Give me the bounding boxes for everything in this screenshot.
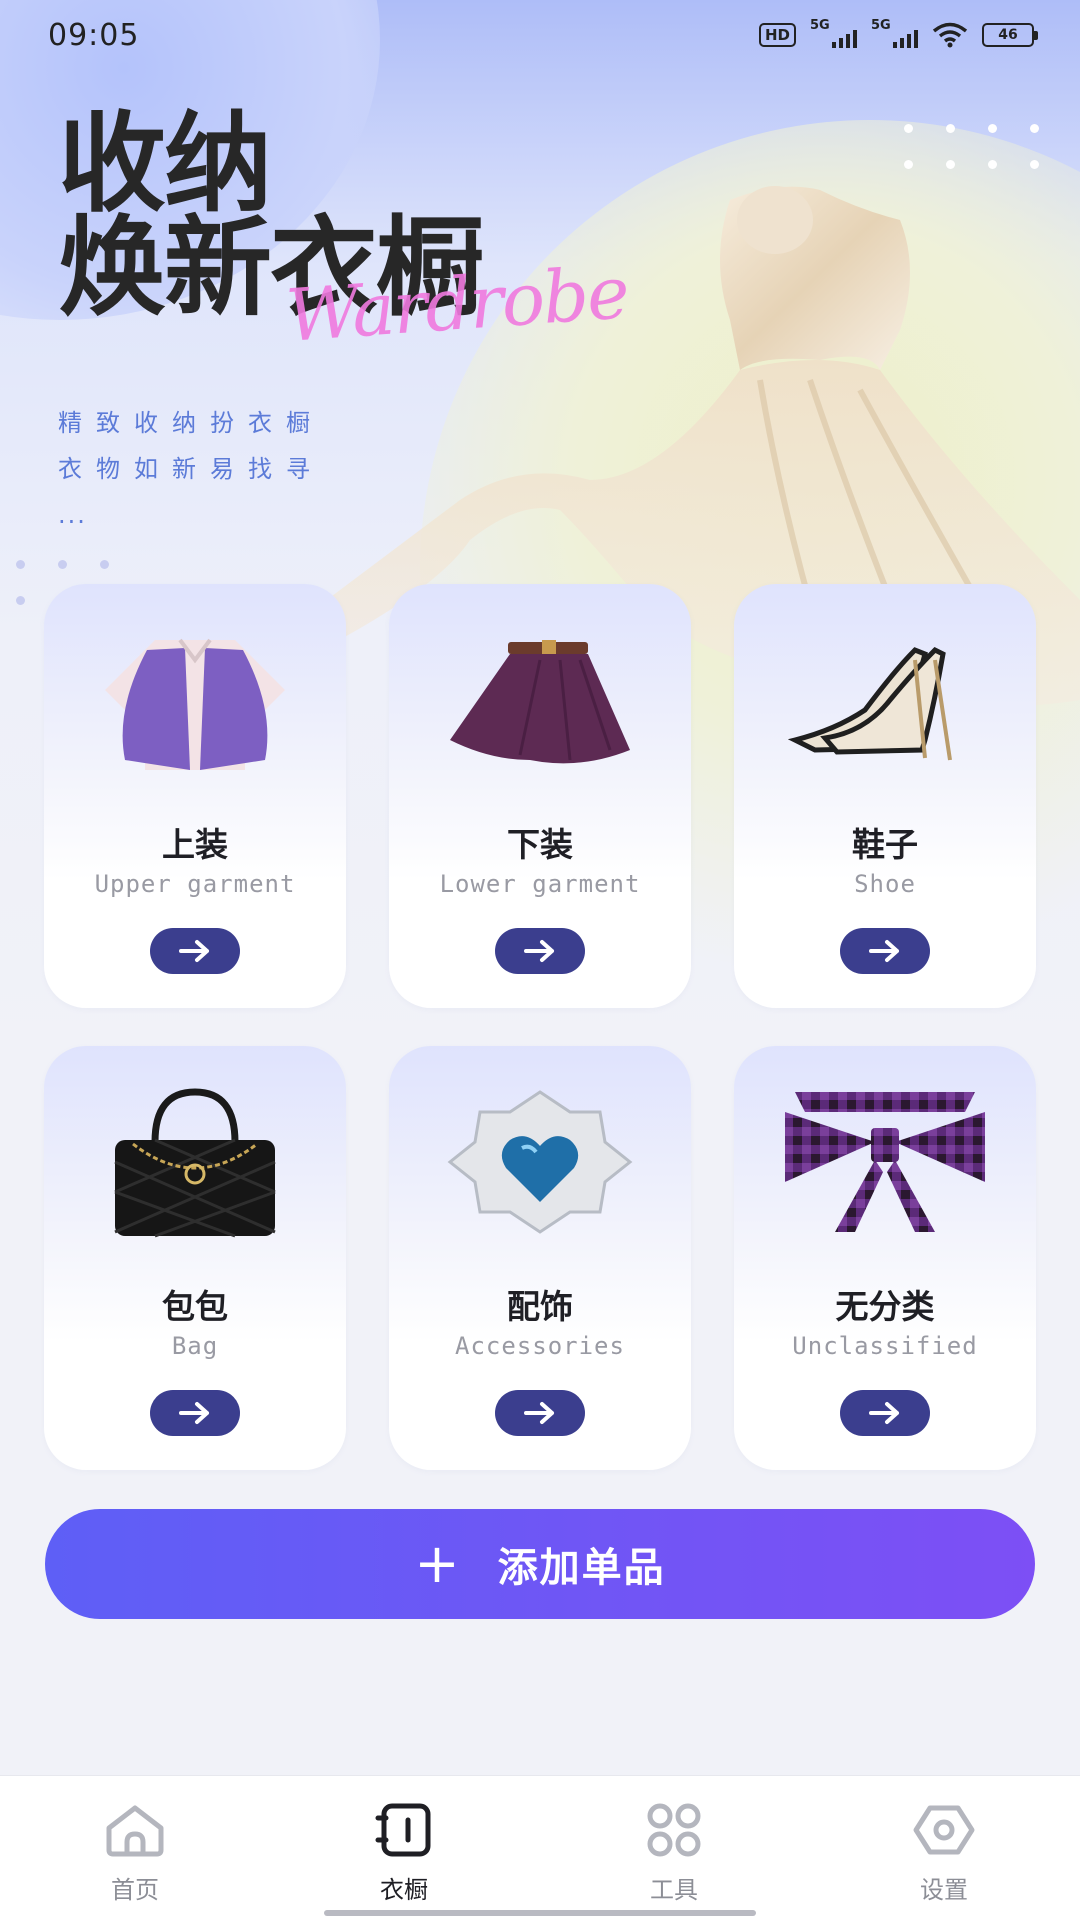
category-card-accessories[interactable]: 配饰 Accessories (389, 1046, 691, 1470)
arrow-right-button[interactable] (150, 1390, 240, 1436)
home-icon (106, 1805, 164, 1857)
wifi-icon (932, 22, 968, 48)
signal-icon: 5G (810, 18, 857, 48)
arrow-right-icon (524, 1402, 554, 1424)
arrow-right-icon (179, 940, 209, 962)
category-name-en: Accessories (455, 1332, 625, 1360)
category-name: 无分类 (835, 1287, 935, 1326)
category-name: 鞋子 (852, 825, 918, 864)
arrow-right-icon (869, 940, 899, 962)
arrow-right-button[interactable] (495, 928, 585, 974)
signal-icon-2: 5G (871, 18, 918, 48)
skirt-icon (450, 640, 630, 764)
hd-icon: HD (758, 23, 796, 47)
category-grid: 上装 Upper garment 下装 Lower garment 鞋子 Sho… (44, 584, 1036, 1470)
category-name: 包包 (162, 1287, 228, 1326)
jacket-icon (105, 638, 285, 770)
category-name-en: Shoe (854, 870, 916, 898)
nav-item-home[interactable]: 首页 (75, 1802, 195, 1905)
category-name-en: Bag (171, 1332, 219, 1360)
battery-icon: 46 (982, 23, 1038, 47)
arrow-right-button[interactable] (495, 1390, 585, 1436)
status-time: 09:05 (48, 17, 140, 53)
category-card-upper[interactable]: 上装 Upper garment (44, 584, 346, 1008)
add-item-button[interactable]: + 添加单品 (45, 1509, 1035, 1619)
category-name-en: Lower garment (439, 870, 641, 898)
decor-dots-top-right (904, 124, 1044, 174)
bottom-nav: 首页 衣橱 工具 设置 (0, 1776, 1080, 1920)
nav-label-wardrobe: 衣橱 (380, 1876, 428, 1904)
hero-subtitle-line3: ... (58, 501, 87, 529)
arrow-right-icon (179, 1402, 209, 1424)
arrow-right-icon (869, 1402, 899, 1424)
arrow-right-button[interactable] (840, 1390, 930, 1436)
category-card-lower[interactable]: 下装 Lower garment (389, 584, 691, 1008)
wardrobe-icon (375, 1803, 431, 1857)
category-card-shoe[interactable]: 鞋子 Shoe (734, 584, 1036, 1008)
category-name: 上装 (162, 825, 228, 864)
hero-title-line1: 收纳 (58, 101, 272, 227)
handbag-icon (114, 1088, 276, 1238)
add-item-label: 添加单品 (497, 1545, 666, 1591)
nav-item-settings[interactable]: 设置 (884, 1802, 1004, 1905)
arrow-right-button[interactable] (150, 928, 240, 974)
category-name: 下装 (507, 825, 573, 864)
nav-label-tools: 工具 (650, 1876, 698, 1904)
settings-icon (913, 1805, 975, 1855)
heels-icon (787, 646, 952, 761)
category-name: 配饰 (507, 1287, 573, 1326)
home-indicator[interactable] (324, 1910, 756, 1916)
hero-subtitle-line1: 精致收纳扮衣橱 (58, 409, 324, 437)
bow-icon (785, 1092, 985, 1232)
tools-icon (647, 1803, 701, 1857)
brooch-icon (447, 1090, 633, 1234)
category-name-en: Unclassified (792, 1332, 978, 1360)
nav-label-home: 首页 (111, 1876, 159, 1904)
hero-subtitle-line2: 衣物如新易找寻 (58, 455, 324, 483)
status-icons: HD 5G 5G 46 (758, 18, 1038, 48)
category-name-en: Upper garment (94, 870, 296, 898)
plus-icon: + (414, 1532, 462, 1595)
nav-item-wardrobe[interactable]: 衣橱 (344, 1802, 464, 1905)
category-card-unclassified[interactable]: 无分类 Unclassified (734, 1046, 1036, 1470)
nav-item-tools[interactable]: 工具 (614, 1802, 734, 1905)
arrow-right-button[interactable] (840, 928, 930, 974)
status-bar: 09:05 HD 5G 5G 46 (0, 0, 1080, 70)
nav-label-settings: 设置 (920, 1876, 968, 1904)
arrow-right-icon (524, 940, 554, 962)
hero-subtitle: 精致收纳扮衣橱 衣物如新易找寻 ... (58, 400, 324, 538)
category-card-bag[interactable]: 包包 Bag (44, 1046, 346, 1470)
